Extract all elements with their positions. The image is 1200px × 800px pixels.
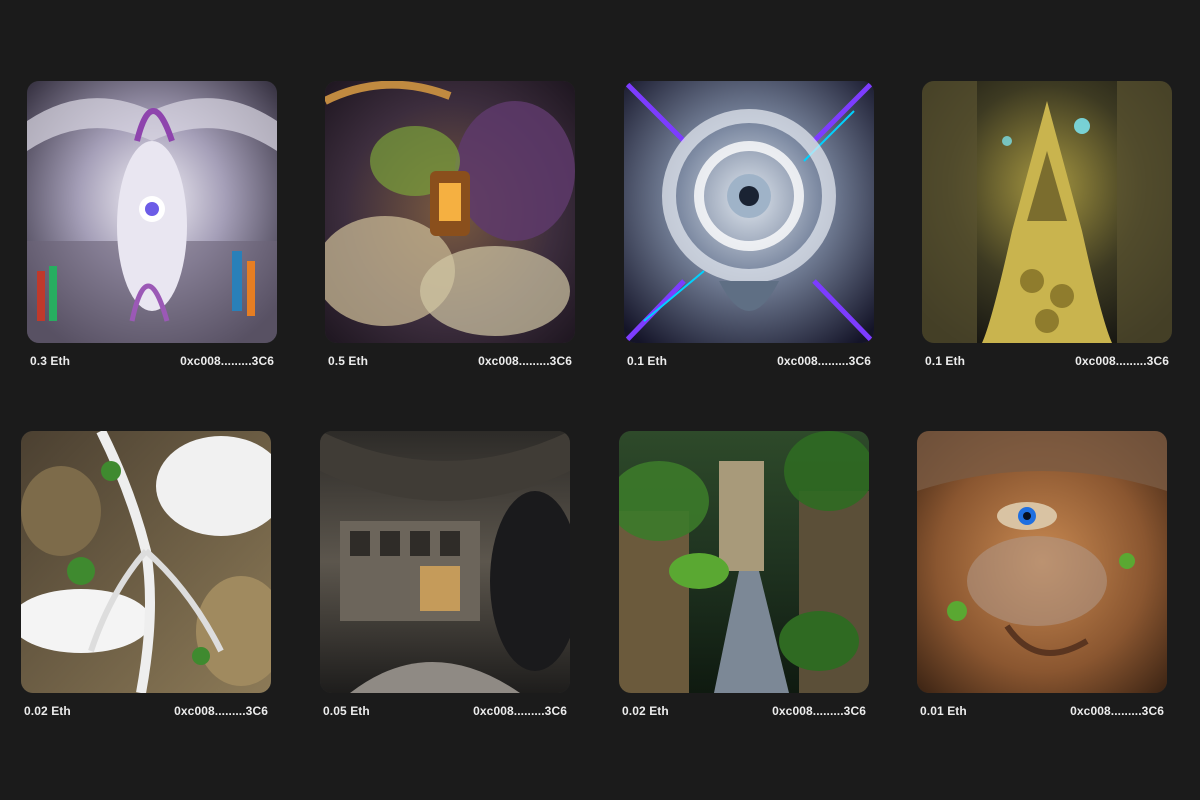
nft-owner-address[interactable]: 0xc008.........3C6 [180,354,274,368]
nft-card[interactable]: 0.5 Eth 0xc008.........3C6 [325,81,575,381]
nft-card[interactable]: 0.1 Eth 0xc008.........3C6 [922,81,1172,381]
nft-thumbnail-golden-fractal-tree[interactable] [922,81,1172,343]
nft-card[interactable]: 0.1 Eth 0xc008.........3C6 [624,81,874,381]
nft-price: 0.5 Eth [328,354,369,368]
nft-card[interactable]: 0.01 Eth 0xc008.........3C6 [917,431,1167,731]
nft-price: 0.1 Eth [627,354,668,368]
nft-price: 0.02 Eth [24,704,71,718]
nft-price: 0.3 Eth [30,354,71,368]
nft-thumbnail-ornate-bronze-face[interactable] [917,431,1167,693]
nft-thumbnail-white-coral-roots-cave[interactable] [21,431,271,693]
nft-price: 0.01 Eth [920,704,967,718]
nft-card[interactable]: 0.3 Eth 0xc008.........3C6 [27,81,277,381]
nft-gallery-grid: 0.3 Eth 0xc008.........3C6 0.5 Eth 0xc00… [0,0,1200,800]
nft-owner-address[interactable]: 0xc008.........3C6 [473,704,567,718]
nft-price: 0.1 Eth [925,354,966,368]
nft-owner-address[interactable]: 0xc008.........3C6 [174,704,268,718]
nft-owner-address[interactable]: 0xc008.........3C6 [1075,354,1169,368]
nft-thumbnail-jungle-city-river[interactable] [619,431,869,693]
nft-thumbnail-white-purple-crystal-cathedral[interactable] [27,81,277,343]
nft-card[interactable]: 0.02 Eth 0xc008.........3C6 [619,431,869,731]
nft-owner-address[interactable]: 0xc008.........3C6 [1070,704,1164,718]
nft-card[interactable]: 0.02 Eth 0xc008.........3C6 [21,431,271,731]
nft-thumbnail-stone-cave-city[interactable] [320,431,570,693]
nft-thumbnail-fractal-temple-lantern[interactable] [325,81,575,343]
nft-card[interactable]: 0.05 Eth 0xc008.........3C6 [320,431,570,731]
nft-price: 0.02 Eth [622,704,669,718]
nft-owner-address[interactable]: 0xc008.........3C6 [777,354,871,368]
nft-thumbnail-glass-flower-portal[interactable] [624,81,874,343]
nft-owner-address[interactable]: 0xc008.........3C6 [772,704,866,718]
nft-price: 0.05 Eth [323,704,370,718]
nft-owner-address[interactable]: 0xc008.........3C6 [478,354,572,368]
